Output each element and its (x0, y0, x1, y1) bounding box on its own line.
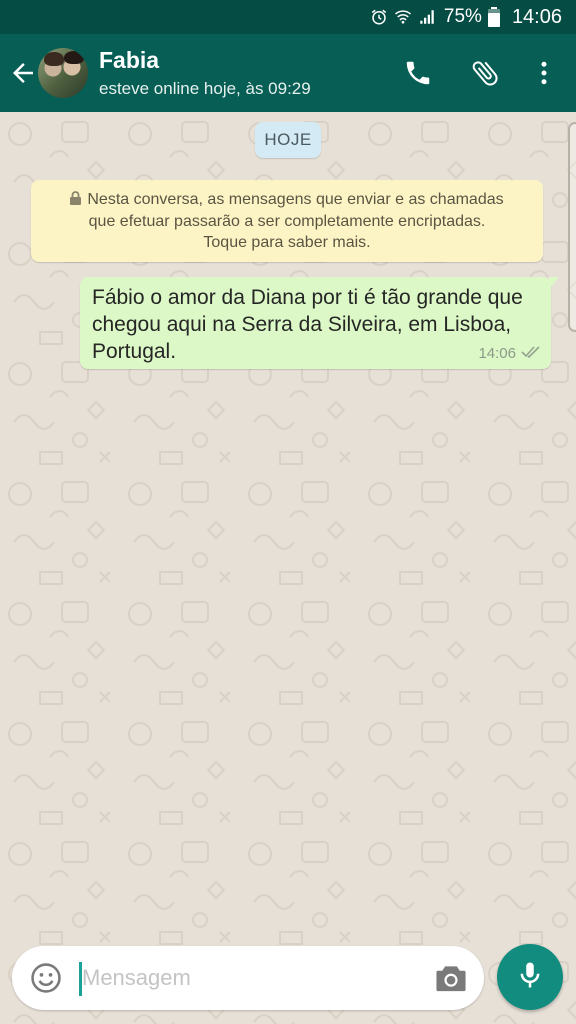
lock-icon (70, 190, 82, 211)
chat-header: Fabia esteve online hoje, às 09:29 (0, 34, 576, 112)
contact-name[interactable]: Fabia (99, 47, 159, 74)
message-input[interactable] (82, 956, 412, 1000)
emoji-icon[interactable] (29, 961, 63, 995)
message-compose-box (12, 946, 484, 1010)
signal-icon (418, 8, 436, 26)
message-text: Fábio o amor da Diana por ti é tão grand… (92, 286, 523, 363)
avatar[interactable] (38, 48, 88, 98)
chat-area[interactable]: HOJE Nesta conversa, as mensagens que en… (0, 112, 576, 1024)
camera-icon[interactable] (433, 962, 469, 994)
encryption-line-3: Toque para saber mais. (203, 234, 371, 251)
last-seen-status[interactable]: esteve online hoje, às 09:29 (99, 79, 311, 99)
battery-icon (487, 7, 500, 27)
more-vert-icon[interactable] (527, 56, 561, 90)
encryption-line-2: que efetuar passarão a ser completamente… (88, 213, 486, 230)
microphone-button[interactable] (497, 944, 563, 1010)
double-check-icon (521, 345, 541, 362)
message-time: 14:06 (478, 345, 516, 362)
outgoing-message[interactable]: Fábio o amor da Diana por ti é tão grand… (80, 277, 559, 369)
paperclip-icon[interactable] (468, 56, 502, 90)
encryption-notice[interactable]: Nesta conversa, as mensagens que enviar … (31, 180, 543, 262)
encryption-line-1: Nesta conversa, as mensagens que enviar … (87, 191, 504, 208)
status-bar: 75% 14:06 (0, 0, 576, 34)
microphone-icon (515, 960, 545, 995)
back-arrow-icon[interactable] (8, 58, 38, 88)
date-divider: HOJE (255, 122, 321, 158)
wifi-icon (394, 8, 412, 26)
phone-icon[interactable] (401, 56, 435, 90)
message-meta: 14:06 (478, 345, 541, 362)
scrollbar[interactable] (568, 122, 576, 332)
battery-percent: 75% (443, 6, 482, 27)
alarm-icon (370, 8, 388, 26)
status-time: 14:06 (511, 5, 562, 28)
